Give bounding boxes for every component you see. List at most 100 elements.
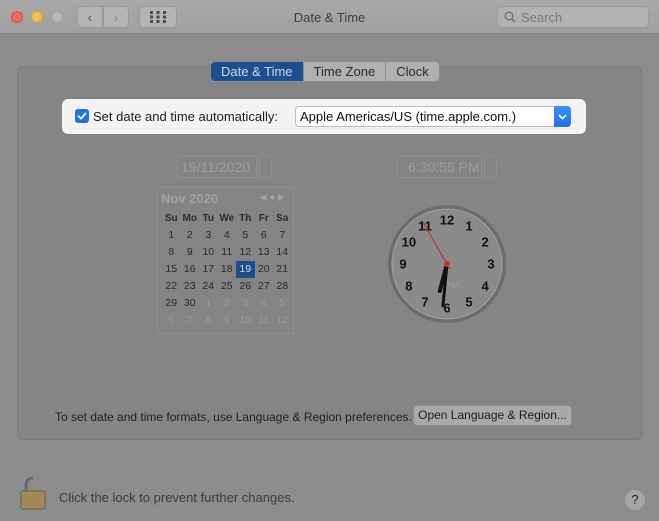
calendar-day[interactable]: 22 [162,278,181,295]
clock-numeral: 10 [402,235,416,250]
calendar-day[interactable]: 12 [273,312,292,329]
calendar-day[interactable]: 28 [273,278,292,295]
calendar-day-header: Sa [276,213,289,224]
calendar-day-header: We [219,213,235,224]
calendar-day[interactable]: 21 [273,261,292,278]
calendar-day[interactable]: 13 [255,244,274,261]
calendar-day[interactable]: 12 [236,244,255,261]
search-input[interactable]: Search [497,6,649,28]
calendar-day-headers: Su Mo Tu We Th Fr Sa [162,210,292,227]
calendar-day[interactable]: 10 [199,244,218,261]
calendar-day[interactable]: 11 [255,312,274,329]
calendar-day[interactable]: 30 [181,295,200,312]
calendar-day-header: Th [239,213,252,224]
calendar-day[interactable]: 23 [181,278,200,295]
calendar-day[interactable]: 5 [236,227,255,244]
calendar-day[interactable]: 14 [273,244,292,261]
calendar-day[interactable]: 2 [181,227,200,244]
calendar-week: 8 9 10 11 12 13 14 [162,244,292,261]
calendar-day[interactable]: 20 [255,261,274,278]
calendar-day[interactable]: 8 [199,312,218,329]
calendar-day[interactable]: 26 [236,278,255,295]
calendar-day[interactable]: 1 [199,295,218,312]
tab-date-time[interactable]: Date & Time [211,62,304,81]
checkmark-icon [77,112,87,120]
minimize-window-button[interactable] [31,11,43,23]
forward-button[interactable]: › [103,6,129,28]
calendar-week: 29 30 1 2 3 4 5 [162,295,292,312]
calendar-day[interactable]: 9 [218,312,237,329]
search-icon [504,11,516,23]
auto-time-row: Set date and time automatically: Apple A… [62,99,586,134]
clock-numeral: 5 [465,295,472,310]
calendar-day[interactable]: 9 [181,244,200,261]
auto-time-checkbox[interactable] [75,109,89,123]
calendar-week: 1234567 [162,227,292,244]
calendar-day[interactable]: 27 [255,278,274,295]
calendar-day[interactable]: 7 [273,227,292,244]
calendar-day[interactable]: 10 [236,312,255,329]
calendar-day[interactable]: 3 [236,295,255,312]
zoom-window-button[interactable] [51,11,63,23]
calendar-day[interactable]: 1 [162,227,181,244]
calendar-day[interactable]: 7 [181,312,200,329]
calendar-day[interactable]: 11 [218,244,237,261]
date-stepper[interactable] [259,156,272,178]
show-all-button[interactable] [139,6,177,28]
select-arrow[interactable] [554,106,571,127]
calendar-month-label: Nov 2020 [161,191,219,206]
calendar-day[interactable]: 25 [218,278,237,295]
time-stepper[interactable] [484,156,497,178]
calendar-day[interactable]: 16 [181,261,200,278]
clock-numeral: 7 [421,295,428,310]
clock-ampm: PM [445,281,460,292]
calendar: Nov 2020 ◀●▶ Su Mo Tu We Th Fr Sa 1 2 3 4 5 6 7 8 9 10 11… [157,187,294,334]
calendar-day[interactable]: 5 [273,295,292,312]
calendar-grid: Su Mo Tu We Th Fr Sa 1 2 3 4 5 6 7 8 9 10 11 12 13 14 15 16 17 1… [162,210,292,329]
calendar-day[interactable]: 3 [199,227,218,244]
clock-numeral: 4 [481,279,489,294]
calendar-day[interactable]: 6 [162,312,181,329]
calendar-day[interactable]: 19 [236,261,255,278]
calendar-day[interactable]: 29 [162,295,181,312]
chevron-down-icon [558,113,567,120]
lock-text: Click the lock to prevent further change… [59,490,295,505]
lock-icon[interactable] [20,476,46,510]
formats-hint-text: To set date and time formats, use Langua… [55,410,412,424]
clock-numeral: 3 [487,257,494,272]
time-server-select[interactable]: Apple Americas/US (time.apple.com.) [295,106,571,127]
calendar-week: 6 7 8 9 10 11 12 [162,312,292,329]
tab-clock[interactable]: Clock [386,62,439,81]
grid-icon [150,11,166,23]
calendar-day[interactable]: 17 [199,261,218,278]
auto-time-label: Set date and time automatically: [93,109,278,124]
open-language-region-button[interactable]: Open Language & Region... [413,405,572,426]
close-window-button[interactable] [11,11,23,23]
calendar-day[interactable]: 6 [255,227,274,244]
tab-time-zone[interactable]: Time Zone [303,62,387,81]
time-field[interactable]: 6:30:55 PM [397,156,482,178]
calendar-day[interactable]: 18 [218,261,237,278]
calendar-day-header: Tu [202,213,214,224]
analog-clock: 121234567891011PM [388,205,506,323]
clock-numeral: 8 [405,279,412,294]
calendar-day[interactable]: 4 [255,295,274,312]
back-button[interactable]: ‹ [77,6,103,28]
calendar-day[interactable]: 2 [218,295,237,312]
calendar-day[interactable]: 24 [199,278,218,295]
calendar-day-header: Mo [182,213,197,224]
calendar-day[interactable]: 4 [218,227,237,244]
search-placeholder: Search [521,9,563,25]
clock-numeral: 9 [399,257,406,272]
calendar-day[interactable]: 15 [162,261,181,278]
help-button[interactable]: ? [624,489,646,511]
tab-bar: Date & Time Time Zone Clock [210,61,440,82]
date-field[interactable]: 19/11/2020 [177,156,257,178]
clock-numeral: 2 [481,235,488,250]
calendar-week: 22 23 24 25 26 27 28 [162,278,292,295]
calendar-day[interactable]: 8 [162,244,181,261]
calendar-nav[interactable]: ◀●▶ [260,192,288,203]
calendar-day-header: Su [164,213,178,224]
calendar-week: 15 16 17 18 19 20 21 [162,261,292,278]
clock-numeral: 1 [465,218,472,233]
